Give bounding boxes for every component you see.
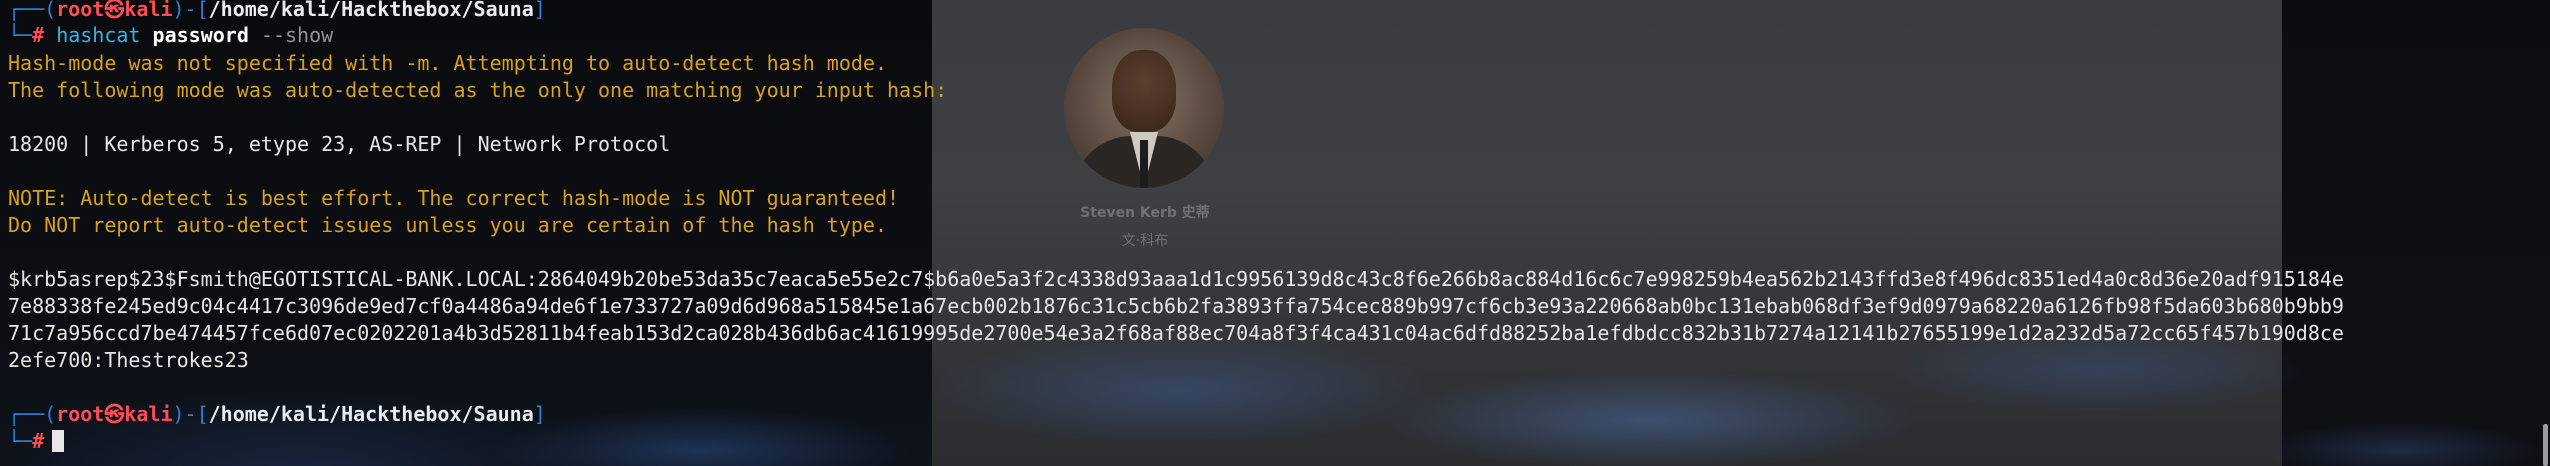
prompt-line-2: ┌──(root㉿kali)-[/home/kali/Hackthebox/Sa…: [8, 401, 546, 428]
prompt-open: (: [44, 402, 57, 426]
hash-result-line-2: 7e88338fe245ed9c04c4417c3096de9ed7cf0a44…: [8, 294, 2344, 318]
command-line-2[interactable]: └─#: [8, 428, 65, 455]
wallpaper-right: [2282, 0, 2550, 466]
prompt-symbol: #: [32, 429, 45, 453]
note-line-2: Do NOT report auto-detect issues unless …: [8, 213, 887, 237]
portrait-face: [1112, 50, 1176, 132]
portrait-tie: [1140, 140, 1148, 188]
prompt-separator: )-[: [172, 402, 209, 426]
prompt-open: (: [44, 0, 57, 21]
terminal-scrollbar[interactable]: [2543, 424, 2548, 466]
terminal-cursor[interactable]: [52, 430, 65, 452]
prompt-user: root㉿kali: [56, 0, 173, 21]
prompt-path: /home/kali/Hackthebox/Sauna: [208, 0, 534, 21]
prompt-corner: ┌──: [8, 402, 45, 426]
photo-subcaption: 文·科布: [1121, 233, 1169, 249]
hash-mode-line: 18200 | Kerberos 5, etype 23, AS-REP | N…: [8, 132, 671, 156]
prompt-end: ]: [533, 0, 546, 21]
prompt-corner: └─: [8, 23, 33, 47]
command-program: hashcat: [56, 23, 141, 47]
command-argument: password: [152, 23, 249, 47]
warning-line-1: Hash-mode was not specified with -m. Att…: [8, 51, 887, 75]
hash-result-line-4: 2efe700:Thestrokes23: [8, 348, 249, 372]
prompt-user: root㉿kali: [56, 402, 173, 426]
prompt-symbol: #: [32, 23, 45, 47]
prompt-line-1: ┌──(root㉿kali)-[/home/kali/Hackthebox/Sa…: [8, 0, 546, 23]
command-line-1: └─# hashcat password --show: [8, 22, 333, 49]
photo-caption: Steven Kerb 史蒂: [1080, 205, 1210, 221]
portrait-photo: [1064, 28, 1224, 188]
note-line-1: NOTE: Auto-detect is best effort. The co…: [8, 186, 900, 210]
prompt-path: /home/kali/Hackthebox/Sauna: [208, 402, 534, 426]
hash-result-line-1: $krb5asrep$23$Fsmith@EGOTISTICAL-BANK.LO…: [8, 267, 2344, 291]
hash-result-line-3: 71c7a956ccd7be474457fce6d07ec0202201a4b3…: [8, 321, 2344, 345]
prompt-separator: )-[: [172, 0, 209, 21]
command-flag: --show: [260, 23, 334, 47]
prompt-corner: └─: [8, 429, 33, 453]
prompt-corner: ┌──: [8, 0, 45, 21]
warning-line-2: The following mode was auto-detected as …: [8, 78, 948, 102]
prompt-end: ]: [533, 402, 546, 426]
